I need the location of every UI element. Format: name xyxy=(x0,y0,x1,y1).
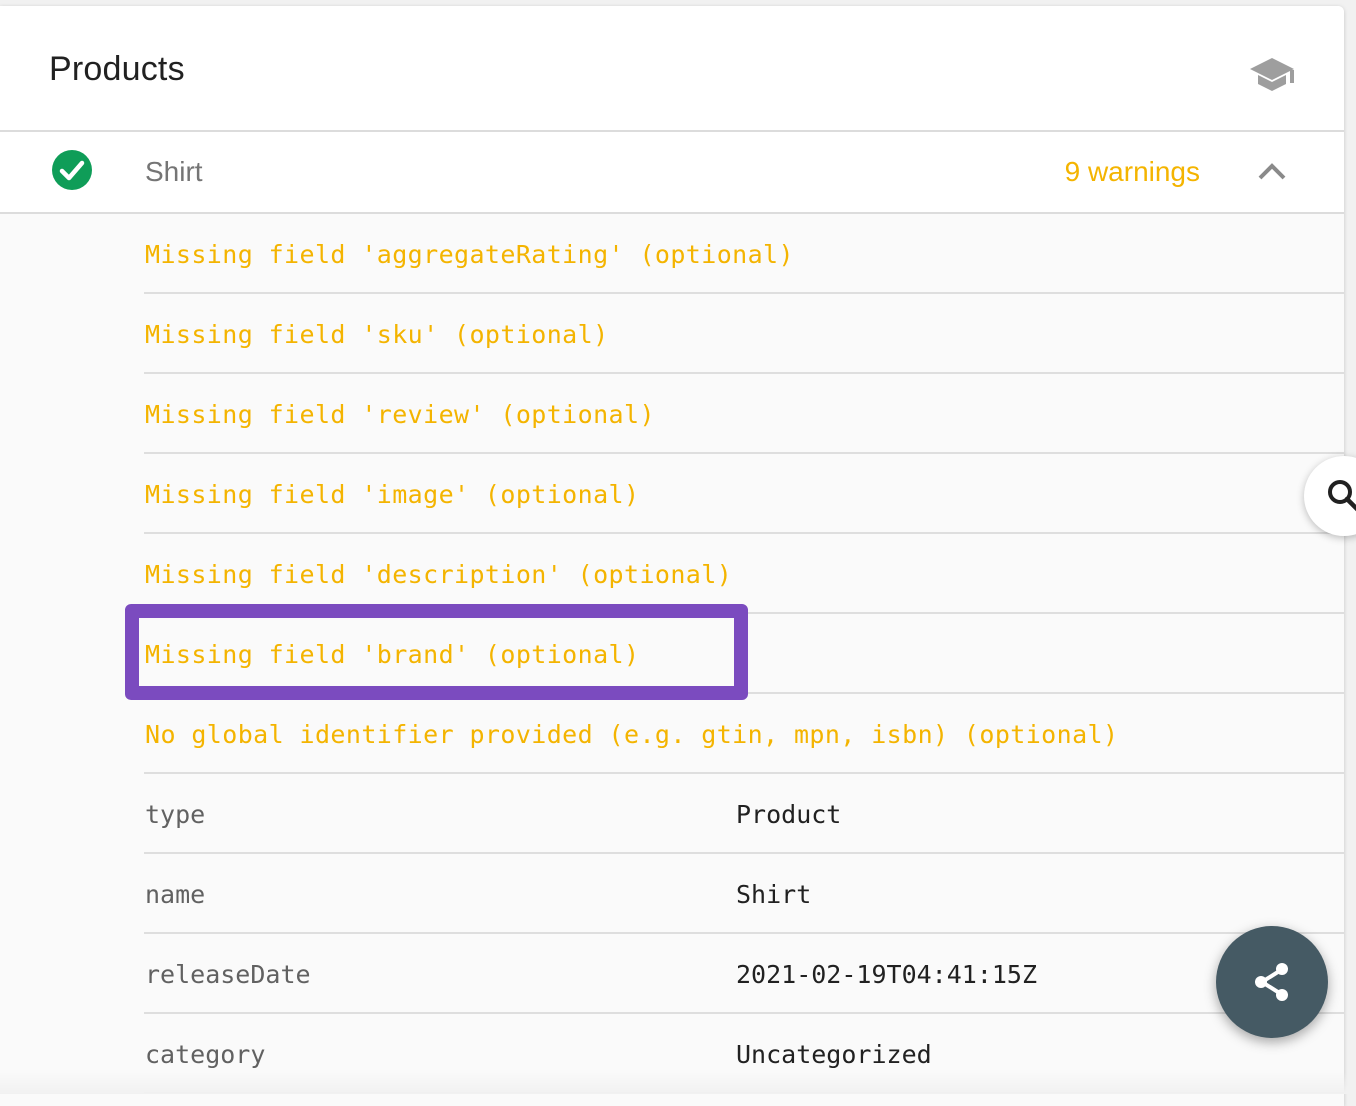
warning-text: Missing field 'brand' (optional) xyxy=(145,640,640,669)
property-value: Uncategorized xyxy=(736,1040,932,1069)
share-icon xyxy=(1255,963,1288,1001)
warning-row: Missing field 'image' (optional) xyxy=(144,454,1344,534)
card-title: Products xyxy=(49,50,185,88)
property-value: Product xyxy=(736,800,842,829)
warning-row: Missing field 'review' (optional) xyxy=(144,374,1344,454)
property-value: 2021-02-19T04:41:15Z xyxy=(736,960,1038,989)
property-row: name Shirt xyxy=(144,854,1344,934)
search-icon xyxy=(1328,480,1356,512)
warning-row: Missing field 'description' (optional) xyxy=(144,534,1344,614)
card-header: Products xyxy=(0,6,1344,132)
property-value: Shirt xyxy=(736,880,812,909)
check-circle-icon xyxy=(52,150,92,190)
warning-row: Missing field 'sku' (optional) xyxy=(144,294,1344,374)
warning-text: Missing field 'image' (optional) xyxy=(145,480,640,509)
item-row-shirt[interactable]: Shirt 9 warnings xyxy=(0,132,1344,214)
property-row: type Product xyxy=(144,774,1344,854)
warning-row-brand: Missing field 'brand' (optional) xyxy=(144,614,1344,694)
warning-text: Missing field 'aggregateRating' (optiona… xyxy=(145,240,794,269)
chevron-up-icon[interactable] xyxy=(1256,158,1288,186)
bottom-fade xyxy=(0,1072,1356,1094)
property-key: name xyxy=(145,880,206,909)
property-key: releaseDate xyxy=(145,960,311,989)
warning-row: No global identifier provided (e.g. gtin… xyxy=(144,694,1344,774)
warning-text: Missing field 'review' (optional) xyxy=(145,400,655,429)
products-card: Products Shirt 9 warnings Missing field … xyxy=(0,6,1344,1106)
warning-text: Missing field 'sku' (optional) xyxy=(145,320,609,349)
warning-row: Missing field 'aggregateRating' (optiona… xyxy=(144,214,1344,294)
property-row: releaseDate 2021-02-19T04:41:15Z xyxy=(144,934,1344,1014)
warning-text: Missing field 'description' (optional) xyxy=(145,560,733,589)
warning-text: No global identifier provided (e.g. gtin… xyxy=(145,720,1119,749)
share-button[interactable] xyxy=(1216,926,1328,1038)
item-name: Shirt xyxy=(145,156,203,187)
warnings-count: 9 warnings xyxy=(1064,156,1200,187)
property-key: category xyxy=(145,1040,266,1069)
graduation-cap-icon[interactable] xyxy=(1248,54,1296,94)
property-key: type xyxy=(145,800,206,829)
details-list: Missing field 'aggregateRating' (optiona… xyxy=(0,214,1344,1094)
